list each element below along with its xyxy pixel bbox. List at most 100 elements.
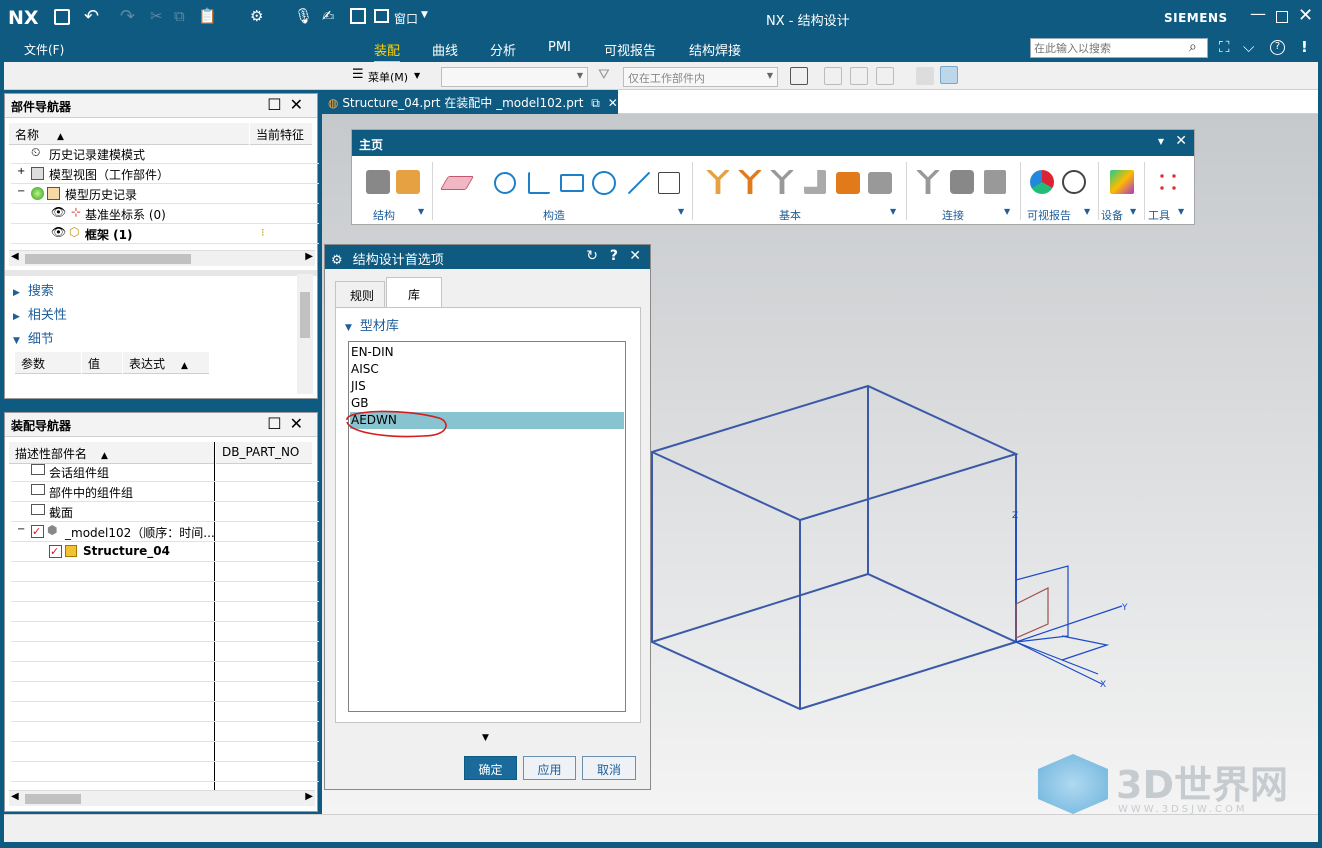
col-part-no[interactable]: DB_PART_NO — [216, 442, 312, 464]
help-icon[interactable]: ? — [1270, 40, 1285, 55]
chevron-down-icon[interactable]: ▼ — [1178, 207, 1184, 216]
undo-icon[interactable]: ↶ — [84, 6, 99, 27]
chevron-down-icon[interactable]: ▼ — [1084, 207, 1090, 216]
cut-icon[interactable]: ✂ — [150, 7, 163, 25]
tree-row[interactable]: − ✓ ⬢ _model102（顺序：时间... — [11, 522, 319, 542]
col-value[interactable]: 值 — [82, 352, 122, 374]
extend-icon[interactable] — [868, 172, 892, 194]
chevron-down-icon[interactable]: ▼ — [678, 207, 684, 216]
save-icon[interactable] — [54, 9, 70, 25]
section-details[interactable]: ▼ 细节 — [13, 328, 54, 347]
checkbox-icon[interactable]: ✓ — [49, 545, 62, 558]
tab-assembly[interactable]: 装配 — [374, 40, 401, 63]
close-button[interactable]: ✕ — [1298, 5, 1313, 26]
vertical-scrollbar[interactable] — [297, 274, 313, 394]
structure-icon[interactable] — [366, 170, 390, 194]
y-joint-edit-icon[interactable] — [738, 170, 762, 194]
fullscreen-icon[interactable]: ⛶ — [1219, 38, 1230, 56]
tree-row[interactable]: 👁 ⬡ 框架 (1) ⁝ — [11, 224, 319, 244]
minimize-button[interactable]: — — [1250, 4, 1266, 23]
search-input[interactable] — [1030, 38, 1208, 58]
tab-visual-report[interactable]: 可视报告 — [604, 40, 656, 59]
connect-block-icon[interactable] — [950, 170, 974, 194]
redo-icon[interactable]: ↷ — [120, 6, 135, 27]
col-name[interactable]: 名称 ▲ — [9, 123, 249, 145]
chevron-down-icon[interactable]: ▼ — [421, 10, 428, 20]
reset-icon[interactable]: ↻ — [586, 248, 598, 264]
chevron-down-icon[interactable]: ▼ — [890, 207, 896, 216]
report-color-icon[interactable] — [1030, 170, 1054, 194]
ribbon-collapse-icon[interactable]: ⌵ — [1243, 38, 1254, 56]
chevron-down-icon[interactable]: ▼ — [414, 71, 420, 80]
y-joint-gray-icon[interactable] — [770, 170, 794, 194]
structure-member-icon[interactable] — [396, 170, 420, 194]
scrollbar-thumb[interactable] — [300, 292, 310, 338]
section-dependencies[interactable]: ▶ 相关性 — [13, 304, 67, 323]
chevron-down-icon[interactable]: ▼ — [1158, 137, 1164, 146]
tree-row[interactable]: 会话组件组 — [11, 462, 319, 482]
window-icon[interactable] — [374, 9, 389, 23]
section-profile-library[interactable]: ▼ 型材库 — [345, 315, 399, 334]
more-options-icon[interactable]: ▼ — [482, 733, 489, 743]
trim-icon[interactable] — [836, 172, 860, 194]
window-switch-icon[interactable] — [350, 8, 366, 24]
body-select-icon[interactable] — [916, 67, 934, 85]
y-joint-icon[interactable] — [706, 170, 730, 194]
microphone-icon[interactable]: 🎙 — [294, 7, 313, 25]
scroll-left-icon[interactable]: ◀ — [11, 251, 19, 262]
wireframe-icon[interactable] — [658, 172, 680, 194]
panel-controls[interactable]: ☐✕ — [267, 95, 311, 114]
tree-row[interactable]: ⏲ 历史记录建模模式 — [11, 144, 319, 164]
connect-y-icon[interactable] — [916, 170, 940, 194]
tree-row[interactable]: 部件中的组件组 — [11, 482, 319, 502]
touch-mode-icon[interactable]: ✍ — [322, 7, 335, 25]
search-icon[interactable]: ⌕ — [1189, 39, 1197, 55]
list-item[interactable]: EN-DIN — [350, 344, 624, 361]
document-tab-edit-icon[interactable]: ⧉ — [591, 96, 600, 110]
report-lens-icon[interactable] — [1062, 170, 1086, 194]
list-item[interactable]: JIS — [350, 378, 624, 395]
paste-icon[interactable]: 📋 — [198, 7, 217, 25]
help-icon[interactable]: ? — [610, 248, 618, 264]
tree-row[interactable]: 截面 — [11, 502, 319, 522]
col-expression[interactable]: 表达式 ▲ — [123, 352, 209, 374]
scrollbar-thumb[interactable] — [25, 794, 81, 804]
checkbox-icon[interactable]: ✓ — [31, 525, 44, 538]
apply-button[interactable]: 应用 — [523, 756, 576, 780]
ok-button[interactable]: 确定 — [464, 756, 517, 780]
maximize-button[interactable] — [1276, 11, 1288, 23]
section-search[interactable]: ▶ 搜索 — [13, 280, 54, 299]
library-list[interactable]: EN-DIN AISC JIS GB AEDWN — [346, 341, 626, 712]
collapse-icon[interactable]: − — [17, 186, 25, 197]
rectangle-icon[interactable] — [560, 174, 584, 192]
plane-icon[interactable] — [439, 176, 475, 190]
tree-row[interactable]: 👁 ⊹ 基准坐标系 (0) — [11, 204, 319, 224]
tab-curve[interactable]: 曲线 — [432, 40, 458, 59]
file-menu[interactable]: 文件(F) — [24, 41, 64, 58]
copy-icon[interactable]: ⧉ — [174, 7, 185, 25]
tree-row[interactable]: + 模型视图（工作部件） — [11, 164, 319, 184]
window-menu[interactable]: 窗口 — [394, 10, 418, 27]
scrollbar-thumb[interactable] — [25, 254, 191, 264]
corner-icon[interactable] — [804, 170, 826, 194]
selection-icon[interactable] — [824, 67, 842, 85]
cancel-button[interactable]: 取消 — [582, 756, 636, 780]
scroll-right-icon[interactable]: ▶ — [305, 251, 313, 262]
circle-icon[interactable] — [592, 171, 616, 195]
tab-rules[interactable]: 规则 — [335, 281, 385, 307]
panel-controls[interactable]: ☐✕ — [267, 414, 311, 433]
line-icon[interactable] — [627, 171, 651, 195]
scope-combo[interactable]: 仅在工作部件内 ▼ — [623, 67, 778, 87]
list-item[interactable]: AISC — [350, 361, 624, 378]
menu-button[interactable]: 菜单(M) — [368, 69, 408, 85]
sketch-icon[interactable] — [494, 172, 516, 194]
chevron-down-icon[interactable]: ▼ — [418, 207, 424, 216]
menu-icon[interactable]: ☰ — [352, 67, 364, 82]
tab-analysis[interactable]: 分析 — [490, 40, 516, 59]
tab-structure-weld[interactable]: 结构焊接 — [689, 40, 741, 59]
filter-icon[interactable]: ⛛ — [598, 67, 610, 83]
scroll-left-icon[interactable]: ◀ — [11, 791, 19, 802]
eye-icon[interactable]: 👁 — [51, 225, 66, 239]
settings-icon[interactable]: ⚙ — [250, 7, 263, 25]
polyline-icon[interactable] — [528, 172, 550, 194]
